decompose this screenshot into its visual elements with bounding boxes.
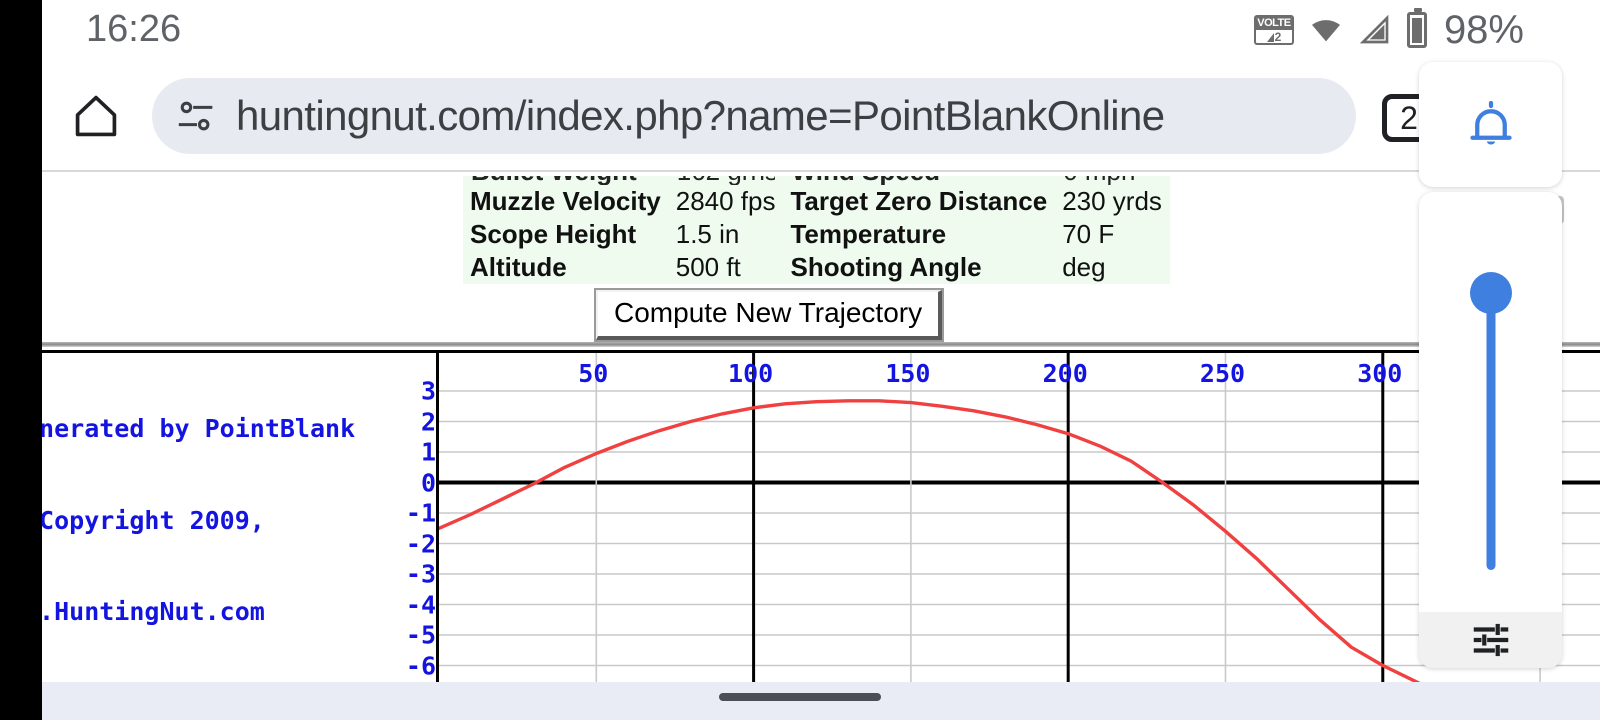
- x-axis-tick-label: 200: [1042, 359, 1088, 388]
- chart-info-text: enerated by PointBlank Copyright 2009, w…: [42, 353, 384, 682]
- y-axis-tick-label: 0: [420, 468, 436, 497]
- y-axis-tick-label: 1: [420, 437, 436, 467]
- info-line-2: w.HuntingNut.com: [42, 597, 265, 626]
- chart-y-axis: 3 2 1 0 -1 -2 -3 -4 -5 -6: [390, 353, 436, 682]
- shooting-angle-value: deg: [1055, 251, 1170, 284]
- x-axis-tick-label: 100: [728, 359, 774, 388]
- status-icon-group: VOLTE 2 98%: [1253, 6, 1524, 54]
- volume-overlay-panel: [1419, 62, 1562, 668]
- browser-toolbar: huntingnut.com/index.php?name=PointBlank…: [0, 62, 1600, 170]
- parameters-table: Bullet Weight 162 grns Wind Speed 0 mph …: [463, 176, 1170, 284]
- audio-settings-icon: [1473, 623, 1508, 657]
- home-gesture-pill[interactable]: [719, 693, 881, 701]
- signal-triangle-icon: [1266, 32, 1274, 42]
- home-button[interactable]: [62, 84, 130, 148]
- ringer-mode-button[interactable]: [1419, 62, 1562, 187]
- altitude-label: Altitude: [463, 251, 669, 284]
- phone-screen: Bullet Weight 162 grns Wind Speed 0 mph …: [0, 0, 1600, 720]
- volume-slider-card: [1419, 192, 1562, 668]
- info-line-1: Copyright 2009,: [42, 505, 265, 535]
- clipped-label-2: Wind Speed: [783, 176, 1056, 185]
- y-axis-tick-label: 2: [420, 407, 436, 436]
- address-bar[interactable]: huntingnut.com/index.php?name=PointBlank…: [152, 78, 1356, 154]
- section-divider: [42, 342, 1600, 347]
- y-axis-tick-label: -1: [405, 498, 436, 528]
- clipped-value-1: 162 grns: [668, 176, 784, 185]
- status-clock: 16:26: [86, 8, 182, 50]
- wifi-icon: [1311, 20, 1340, 42]
- home-icon: [75, 95, 117, 137]
- muzzle-velocity-label: Muzzle Velocity: [463, 185, 669, 218]
- x-axis-tick-label: 50: [578, 359, 609, 388]
- x-axis-tick-label: 250: [1199, 359, 1246, 388]
- tab-count: 2: [1400, 99, 1418, 136]
- notification-bell-icon: [1469, 100, 1512, 145]
- compute-new-trajectory-button[interactable]: Compute New Trajectory: [593, 288, 945, 342]
- table-row-clipped: Bullet Weight 162 grns Wind Speed 0 mph: [463, 176, 1170, 185]
- shooting-angle-label: Shooting Angle: [783, 251, 1056, 284]
- clipped-value-2: 0 mph: [1055, 176, 1170, 185]
- table-row: Muzzle Velocity 2840 fps Target Zero Dis…: [463, 185, 1170, 218]
- target-zero-distance-value: 230 yrds: [1055, 185, 1170, 218]
- temperature-label: Temperature: [783, 218, 1056, 251]
- screen-left-bezel: [0, 0, 42, 720]
- table-row: Scope Height 1.5 in Temperature 70 F: [463, 218, 1170, 251]
- temperature-value: 70 F: [1055, 218, 1170, 251]
- info-line-0: enerated by PointBlank: [42, 414, 356, 443]
- volte-sim-row: 2: [1266, 30, 1282, 44]
- scope-height-value: 1.5 in: [668, 218, 784, 251]
- altitude-value: 500 ft: [668, 251, 784, 284]
- volte-label: VOLTE: [1255, 17, 1292, 30]
- audio-settings-button[interactable]: [1419, 612, 1562, 668]
- content-top-divider: [42, 170, 1600, 172]
- y-axis-tick-label: -2: [405, 529, 436, 558]
- y-axis-tick-label: -3: [405, 559, 436, 589]
- status-bar: 16:26 VOLTE 2 98%: [0, 0, 1600, 62]
- cellular-signal-icon: [1359, 14, 1389, 44]
- x-axis-tick-label: 150: [885, 359, 931, 388]
- web-page-content: Bullet Weight 162 grns Wind Speed 0 mph …: [42, 170, 1600, 682]
- y-axis-tick-label: -4: [405, 590, 436, 619]
- sim-number: 2: [1274, 30, 1282, 44]
- x-axis-tick-label: 300: [1357, 359, 1403, 388]
- y-axis-tick-label: -5: [405, 620, 436, 650]
- trajectory-chart: enerated by PointBlank Copyright 2009, w…: [42, 350, 1600, 682]
- clipped-label-1: Bullet Weight: [463, 176, 669, 185]
- volume-slider-knob[interactable]: [1469, 272, 1512, 314]
- table-row: Altitude 500 ft Shooting Angle deg: [463, 251, 1170, 284]
- volume-slider-track[interactable]: [1486, 292, 1495, 570]
- page-settings-icon[interactable]: [174, 93, 220, 139]
- y-axis-tick-label: -6: [405, 651, 436, 680]
- url-text: huntingnut.com/index.php?name=PointBlank…: [236, 92, 1165, 139]
- volte-icon: VOLTE 2: [1253, 15, 1294, 45]
- system-navigation-bar: [0, 682, 1600, 720]
- battery-percentage: 98%: [1443, 8, 1524, 52]
- target-zero-distance-label: Target Zero Distance: [783, 185, 1056, 218]
- muzzle-velocity-value: 2840 fps: [668, 185, 784, 218]
- battery-icon: [1406, 8, 1427, 48]
- scope-height-label: Scope Height: [463, 218, 669, 251]
- y-axis-tick-label: 3: [420, 376, 436, 406]
